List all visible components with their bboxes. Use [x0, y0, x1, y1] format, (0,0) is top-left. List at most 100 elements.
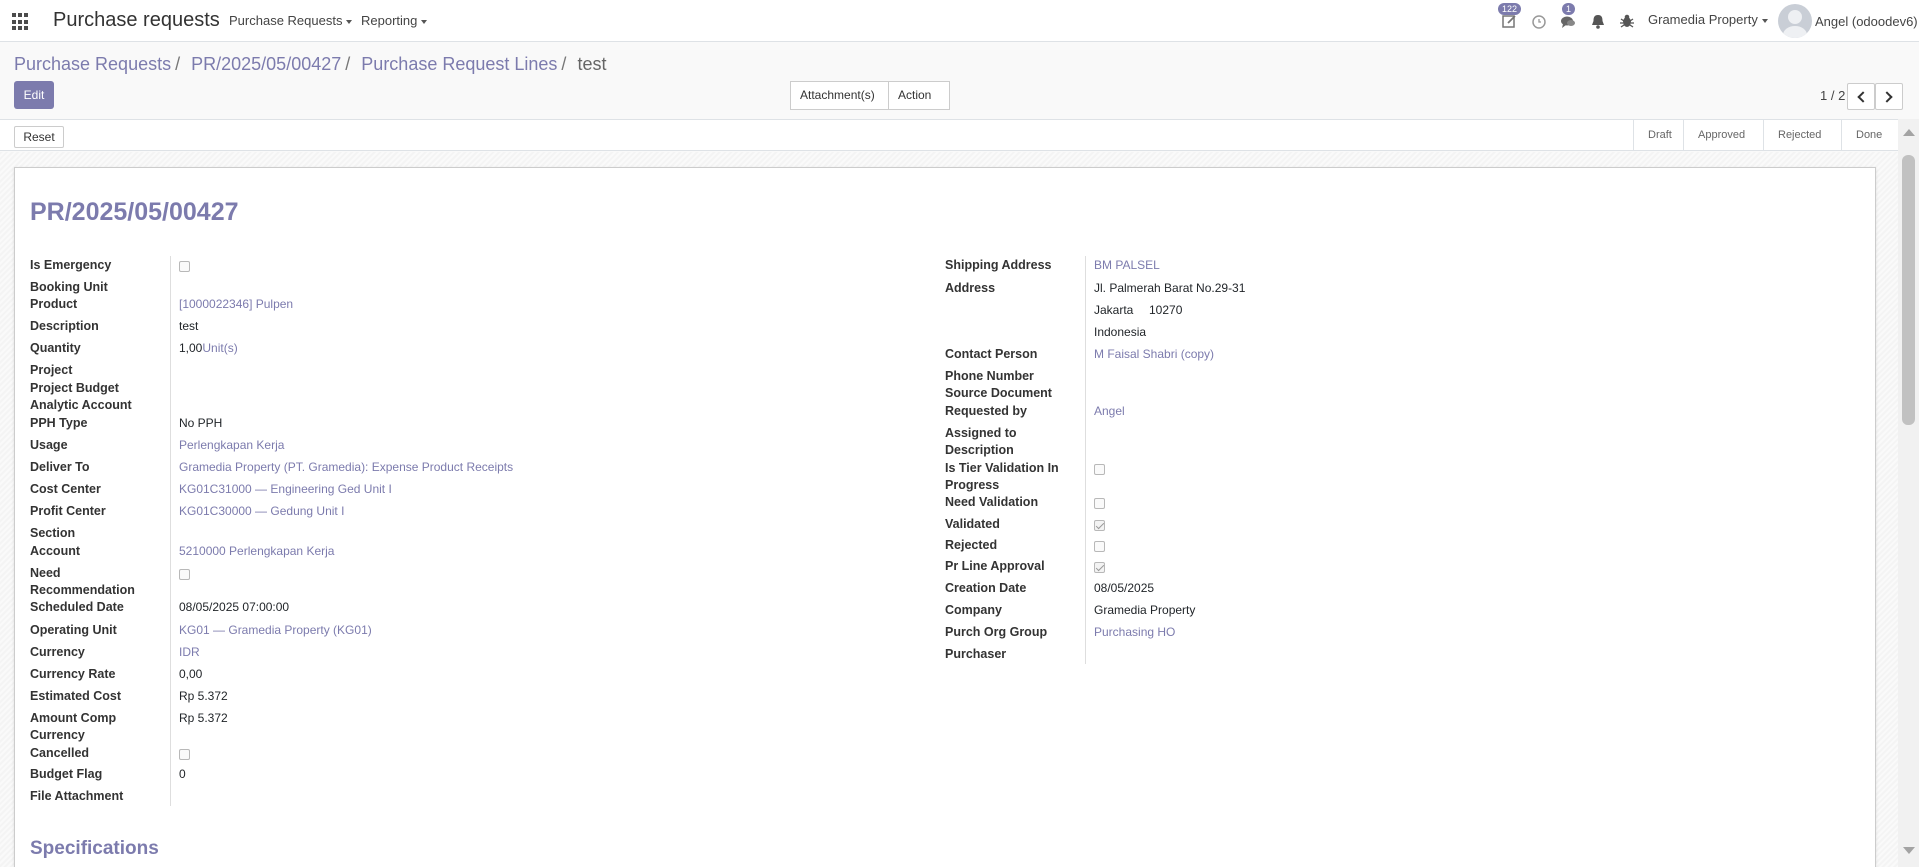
checkbox-validated[interactable]	[1094, 520, 1105, 531]
field-amount-comp-currency: Rp 5.372	[179, 711, 228, 725]
label-contact-person: Contact Person	[945, 347, 1038, 361]
messages-icon[interactable]: 1	[1559, 3, 1577, 30]
pager-previous-button[interactable]	[1847, 83, 1875, 110]
company-switcher[interactable]: Gramedia Property	[1648, 12, 1768, 27]
label-account: Account	[30, 544, 80, 558]
edit-button[interactable]: Edit	[14, 81, 54, 109]
breadcrumb-current: test	[577, 54, 607, 74]
field-profit-center[interactable]: KG01C30000 — Gedung Unit I	[179, 504, 344, 518]
label-company: Company	[945, 603, 1002, 617]
checkbox-need-recommendation[interactable]	[179, 569, 190, 580]
stage-rejected[interactable]: Rejected	[1763, 120, 1841, 150]
status-bar: Reset Draft Approved Rejected Done	[0, 119, 1898, 151]
label-operating-unit: Operating Unit	[30, 623, 117, 637]
label-section: Section	[30, 526, 76, 540]
field-currency[interactable]: IDR	[179, 645, 200, 659]
label-pph-type: PPH Type	[30, 416, 88, 430]
chevron-right-icon	[1881, 91, 1893, 103]
stage-done[interactable]: Done	[1841, 120, 1898, 150]
reset-button[interactable]: Reset	[14, 126, 64, 148]
breadcrumb-request-lines[interactable]: Purchase Request Lines	[361, 54, 557, 74]
menu-purchase-requests[interactable]: Purchase Requests	[229, 13, 353, 28]
app-title: Purchase requests	[53, 9, 220, 31]
label-cost-center: Cost Center	[30, 482, 101, 496]
field-account[interactable]: 5210000 Perlengkapan Kerja	[179, 544, 334, 558]
user-avatar[interactable]	[1778, 4, 1812, 38]
top-navbar: Purchase requests Purchase Requests Repo…	[0, 0, 1919, 42]
stage-approved[interactable]: Approved	[1683, 120, 1763, 150]
label-phone-number: Phone Number	[945, 369, 1034, 383]
field-product[interactable]: [1000022346] Pulpen	[179, 297, 293, 311]
field-requested-by[interactable]: Angel	[1094, 404, 1125, 418]
breadcrumb: Purchase Requests / PR/2025/05/00427/ Pur…	[14, 54, 606, 75]
label-purchaser: Purchaser	[945, 647, 1007, 661]
scrollbar-thumb[interactable]	[1902, 155, 1915, 425]
label-currency: Currency	[30, 645, 85, 659]
field-contact-person[interactable]: M Faisal Shabri (copy)	[1094, 347, 1214, 361]
checkbox-cancelled[interactable]	[179, 749, 190, 760]
label-file-attachment: File Attachment	[30, 789, 124, 803]
label-rejected: Rejected	[945, 538, 998, 552]
apps-grid-icon[interactable]	[12, 13, 30, 31]
breadcrumb-pr-record[interactable]: PR/2025/05/00427	[191, 54, 341, 74]
bell-icon[interactable]	[1589, 12, 1607, 30]
field-operating-unit[interactable]: KG01 — Gramedia Property (KG01)	[179, 623, 372, 637]
field-description: test	[179, 319, 199, 333]
field-estimated-cost: Rp 5.372	[179, 689, 228, 703]
label-pr-line-approval: Pr Line Approval	[945, 559, 1045, 573]
field-pph-type: No PPH	[179, 416, 223, 430]
checkbox-is-emergency[interactable]	[179, 261, 190, 272]
menu-reporting[interactable]: Reporting	[361, 13, 428, 28]
checkbox-tier-validation[interactable]	[1094, 464, 1105, 475]
label-requested-by: Requested by	[945, 404, 1027, 418]
field-scheduled-date: 08/05/2025 07:00:00	[179, 600, 290, 614]
left-column-divider	[170, 256, 171, 806]
breadcrumb-separator: /	[561, 54, 567, 74]
checkbox-pr-line-approval[interactable]	[1094, 562, 1105, 573]
field-deliver-to[interactable]: Gramedia Property (PT. Gramedia): Expens…	[179, 460, 513, 474]
user-menu[interactable]: Angel (odoodev6)	[1815, 14, 1918, 29]
scroll-down-icon[interactable]	[1903, 847, 1915, 854]
label-tier-validation: Is Tier Validation In Progress	[945, 461, 1059, 492]
label-booking-unit: Booking Unit	[30, 280, 108, 294]
field-uom[interactable]: Unit(s)	[202, 341, 237, 355]
field-company: Gramedia Property	[1094, 603, 1196, 617]
label-analytic-account: Analytic Account	[30, 398, 132, 412]
record-title: PR/2025/05/00427	[30, 198, 239, 226]
clock-icon[interactable]	[1530, 12, 1548, 30]
field-purch-org-group[interactable]: Purchasing HO	[1094, 625, 1175, 639]
label-need-validation: Need Validation	[945, 495, 1039, 509]
scroll-up-icon[interactable]	[1903, 129, 1915, 136]
page-scrollbar[interactable]	[1898, 119, 1919, 867]
attachments-dropdown[interactable]: Attachment(s)	[790, 81, 889, 125]
field-address-country: Indonesia	[1094, 325, 1147, 339]
label-scheduled-date: Scheduled Date	[30, 600, 124, 614]
label-shipping-address: Shipping Address	[945, 258, 1052, 272]
label-project-budget: Project Budget	[30, 381, 119, 395]
breadcrumb-separator: /	[345, 54, 351, 74]
pager-value: 1 / 2	[1820, 88, 1846, 103]
breadcrumb-separator: /	[175, 54, 181, 74]
label-amount-comp-currency: Amount Comp Currency	[30, 711, 117, 742]
label-creation-date: Creation Date	[945, 581, 1027, 595]
pager-next-button[interactable]	[1875, 83, 1903, 110]
checkbox-rejected[interactable]	[1094, 541, 1105, 552]
field-creation-date: 08/05/2025	[1094, 581, 1155, 595]
label-cancelled: Cancelled	[30, 746, 90, 760]
chevron-left-icon	[1857, 91, 1869, 103]
label-description: Description	[30, 319, 99, 333]
checkbox-need-validation[interactable]	[1094, 498, 1105, 509]
field-cost-center[interactable]: KG01C31000 — Engineering Ged Unit I	[179, 482, 392, 496]
label-usage: Usage	[30, 438, 68, 452]
label-right-description: Description	[945, 443, 1014, 457]
activity-icon[interactable]: 122	[1498, 3, 1522, 30]
stage-draft[interactable]: Draft	[1633, 120, 1683, 150]
bug-icon[interactable]	[1618, 12, 1636, 30]
breadcrumb-purchase-requests[interactable]: Purchase Requests	[14, 54, 171, 74]
label-source-document: Source Document	[945, 386, 1052, 400]
field-usage[interactable]: Perlengkapan Kerja	[179, 438, 284, 452]
field-shipping-address[interactable]: BM PALSEL	[1094, 258, 1160, 272]
action-dropdown[interactable]: Action	[888, 81, 950, 125]
label-estimated-cost: Estimated Cost	[30, 689, 121, 703]
field-currency-rate: 0,00	[179, 667, 203, 681]
